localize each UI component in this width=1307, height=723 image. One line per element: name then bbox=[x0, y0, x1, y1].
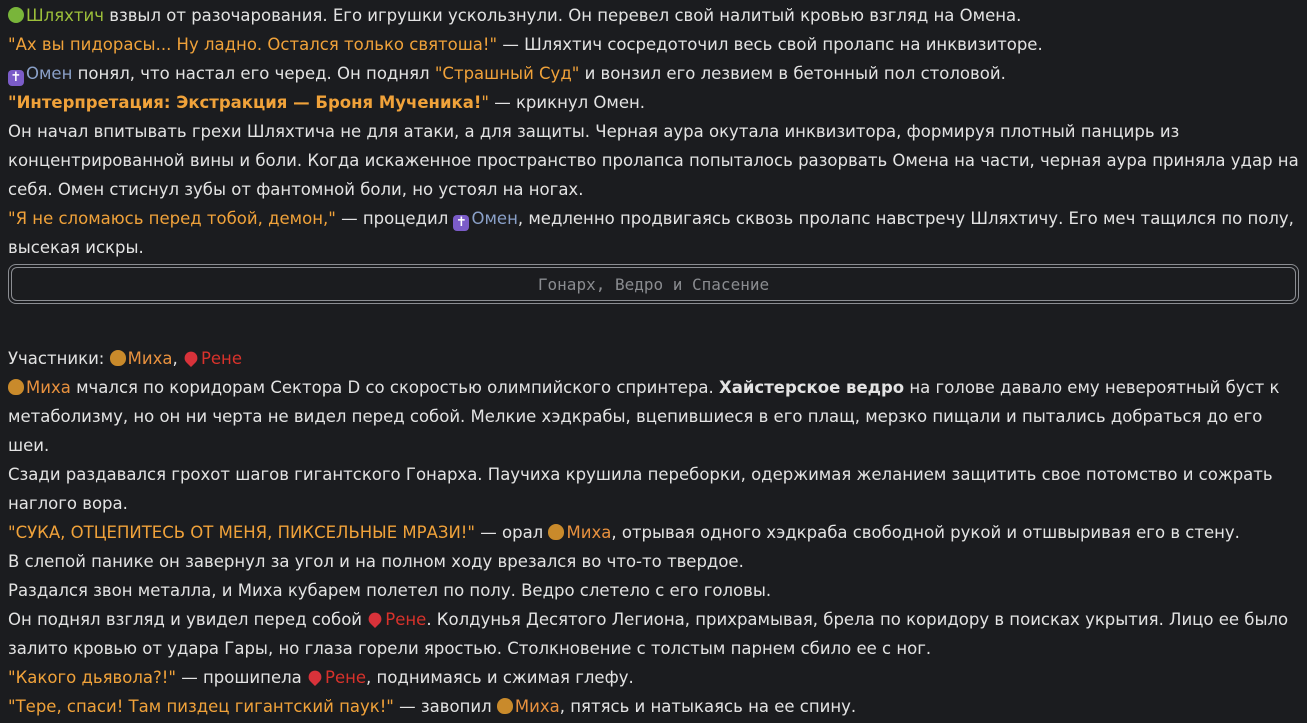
dialogue-quote: "СУКА, ОТЦЕПИТЕСЬ ОТ МЕНЯ, ПИКСЕЛЬНЫЕ МР… bbox=[8, 523, 476, 542]
character-name-mixa[interactable]: Миха bbox=[566, 523, 611, 542]
participants-label: Участники: bbox=[8, 349, 110, 368]
narration-text: взвыл от разочарования. Его игрушки уско… bbox=[103, 6, 1022, 25]
narration-text: , отрывая одного хэдкраба свободной руко… bbox=[611, 523, 1240, 542]
message-line: "Тере, спаси! Там пиздец гигантский паук… bbox=[8, 692, 1299, 721]
message-line: "Какого дьявола?!" — прошипела Рене, под… bbox=[8, 663, 1299, 692]
character-name-rene[interactable]: Рене bbox=[201, 349, 242, 368]
blood-drop-icon bbox=[366, 609, 385, 629]
message-line: ✝ Омен понял, что настал его черед. Он по… bbox=[8, 59, 1299, 88]
quote-mark: " bbox=[481, 93, 489, 112]
message-paragraph: Раздался звон металла, и Миха кубарем по… bbox=[8, 581, 772, 600]
message-line: Он поднял взгляд и увидел перед собой Ре… bbox=[8, 605, 1299, 663]
narration-text: — процедил bbox=[335, 209, 454, 228]
narration-text: — Шляхтич сосредоточил весь свой пролапс… bbox=[497, 35, 1043, 54]
narration-text: мчался по коридорам Сектора D со скорост… bbox=[70, 378, 720, 397]
character-name-rene[interactable]: Рене bbox=[325, 668, 366, 687]
message-paragraph: Сзади раздавался грохот шагов гигантског… bbox=[8, 465, 1273, 513]
narration-text: , пятясь и натыкаясь на ее спину. bbox=[559, 697, 857, 716]
character-name-mixa[interactable]: Миха bbox=[128, 349, 173, 368]
character-name-rene[interactable]: Рене bbox=[385, 610, 426, 629]
cross-icon: ✝ bbox=[8, 70, 24, 86]
narration-text: — прошипела bbox=[175, 668, 307, 687]
message-paragraph: Он начал впитывать грехи Шляхтича не для… bbox=[8, 122, 1299, 199]
message-paragraph: В слепой панике он завернул за угол и на… bbox=[8, 552, 744, 571]
narration-text: , поднимаясь и сжимая глефу. bbox=[366, 668, 634, 687]
money-bag-icon bbox=[548, 524, 565, 540]
participants-line: Участники: Миха, Рене bbox=[8, 344, 1299, 373]
item-quote: "Страшный Суд" bbox=[434, 64, 580, 83]
narration-text: и вонзил его лезвием в бетонный пол стол… bbox=[579, 64, 1006, 83]
narration-text: — орал bbox=[475, 523, 549, 542]
money-bag-icon bbox=[8, 379, 24, 395]
narration-text: — завопил bbox=[393, 697, 497, 716]
item-bold: Хайстерское ведро bbox=[719, 378, 905, 397]
character-name-shl[interactable]: Шляхтич bbox=[26, 6, 104, 25]
dialogue-quote: "Тере, спаси! Там пиздец гигантский паук… bbox=[8, 697, 394, 716]
character-name-omen[interactable]: Омен bbox=[471, 209, 517, 228]
character-name-mixa[interactable]: Миха bbox=[26, 378, 71, 397]
message-line: "Ах вы пидорасы... Ну ладно. Остался тол… bbox=[8, 30, 1299, 59]
separator: , bbox=[172, 349, 183, 368]
message-line: Шляхтич взвыл от разочарования. Его игру… bbox=[8, 1, 1299, 30]
narration-text: — крикнул Омен. bbox=[488, 93, 646, 112]
message-line: Миха мчался по коридорам Сектора D со ск… bbox=[8, 373, 1299, 460]
dialogue-quote: "Какого дьявола?!" bbox=[8, 668, 176, 687]
quote-mark: " bbox=[8, 93, 17, 112]
dialogue-quote: "Ах вы пидорасы... Ну ладно. Остался тол… bbox=[8, 35, 498, 54]
narration-text: понял, что настал его черед. Он поднял bbox=[72, 64, 435, 83]
skill-quote: Интерпретация: Экстракция — Броня Мучени… bbox=[16, 93, 482, 112]
message-line: "Я не сломаюсь перед тобой, демон," — пр… bbox=[8, 204, 1299, 262]
blood-drop-icon bbox=[181, 348, 201, 368]
message-line: "СУКА, ОТЦЕПИТЕСЬ ОТ МЕНЯ, ПИКСЕЛЬНЫЕ МР… bbox=[8, 518, 1299, 547]
cross-icon: ✝ bbox=[453, 215, 470, 231]
money-bag-icon bbox=[496, 698, 513, 714]
message-line: "Интерпретация: Экстракция — Броня Мучен… bbox=[8, 88, 1299, 117]
chat-log: Шляхтич взвыл от разочарования. Его игру… bbox=[0, 0, 1307, 721]
frog-icon bbox=[8, 7, 24, 23]
narration-text: Он поднял взгляд и увидел перед собой bbox=[8, 610, 368, 629]
scene-divider: Гонарх, Ведро и Спасение bbox=[8, 264, 1299, 304]
blood-drop-icon bbox=[305, 667, 325, 687]
dialogue-quote: "Я не сломаюсь перед тобой, демон," bbox=[8, 209, 336, 228]
character-name-omen[interactable]: Омен bbox=[26, 64, 72, 83]
money-bag-icon bbox=[109, 350, 126, 366]
character-name-mixa[interactable]: Миха bbox=[515, 697, 560, 716]
scene-title: Гонарх, Ведро и Спасение bbox=[11, 267, 1296, 301]
